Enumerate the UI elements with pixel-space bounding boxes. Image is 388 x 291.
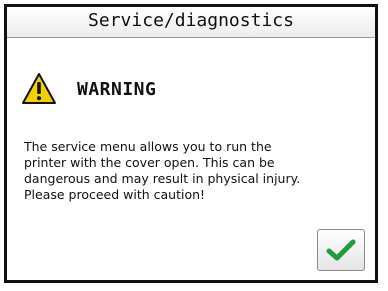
message-line: dangerous and may result in physical inj… <box>24 171 301 186</box>
warning-message: The service menu allows you to run the p… <box>24 139 369 203</box>
page-title: Service/diagnostics <box>88 10 294 31</box>
service-diagnostics-screen: Service/diagnostics WARNING The service … <box>4 4 378 283</box>
warning-header: WARNING <box>21 69 156 109</box>
confirm-button[interactable] <box>317 229 365 271</box>
checkmark-icon <box>326 239 356 261</box>
title-bar: Service/diagnostics <box>7 7 375 38</box>
warning-label: WARNING <box>77 78 157 100</box>
message-line: Please proceed with caution! <box>24 187 206 202</box>
message-line: The service menu allows you to run the <box>24 139 272 154</box>
warning-triangle-icon <box>22 73 56 104</box>
message-line: printer with the cover open. This can be <box>24 155 275 170</box>
